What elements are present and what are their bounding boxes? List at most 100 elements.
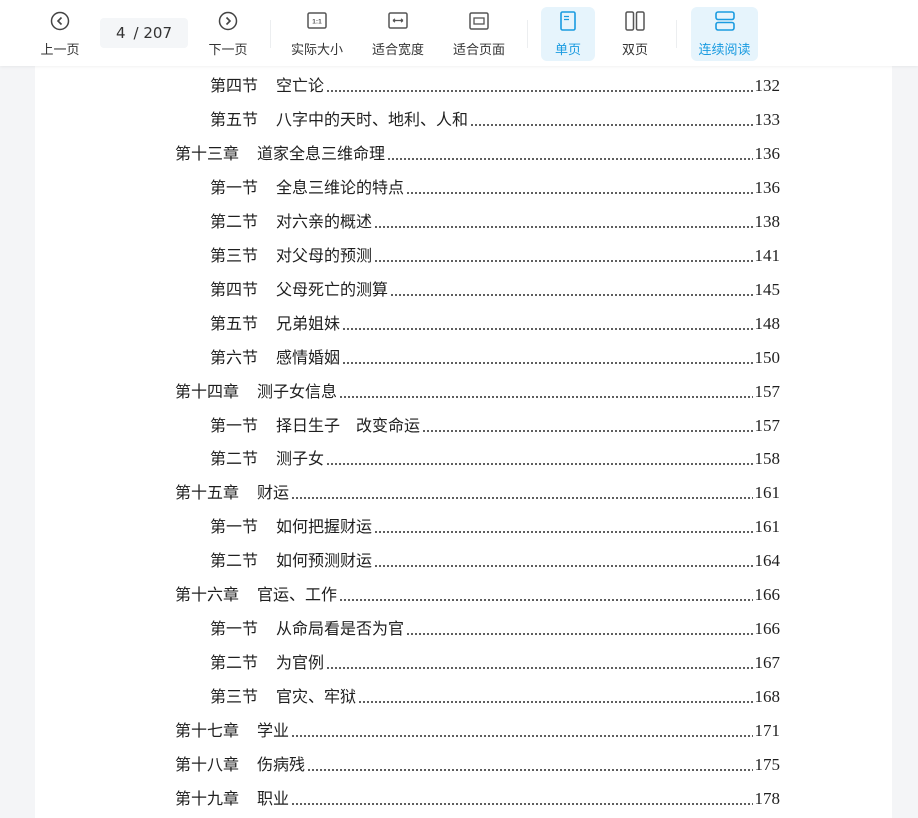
toc-section-entry[interactable]: 第四节 父母死亡的测算 145 bbox=[210, 274, 780, 300]
dot-leader bbox=[339, 395, 753, 398]
dot-leader bbox=[470, 123, 753, 126]
toc-entry-title: 官灾、牢狱 bbox=[276, 687, 357, 707]
toc-entry-title: 学业 bbox=[257, 721, 290, 741]
toc-entry-label: 第三节 bbox=[210, 687, 259, 707]
toc-section-entry[interactable]: 第二节 对六亲的概述 138 bbox=[210, 206, 780, 232]
toolbar-divider bbox=[676, 20, 677, 48]
toc-page-number: 157 bbox=[754, 415, 781, 435]
dot-leader bbox=[406, 633, 753, 636]
continuous-scroll-icon bbox=[714, 9, 735, 33]
dot-leader bbox=[339, 599, 753, 602]
toc-entry-label: 第一节 bbox=[210, 619, 259, 639]
dot-leader bbox=[374, 225, 753, 228]
chevron-right-circle-icon bbox=[218, 9, 238, 33]
toc-entry-label: 第二节 bbox=[210, 551, 259, 571]
toc-section-entry[interactable]: 第五节 兄弟姐妹 148 bbox=[210, 308, 780, 334]
toc-page-number: 178 bbox=[754, 788, 781, 808]
current-page[interactable]: 4 bbox=[116, 24, 126, 42]
toc-section-entry[interactable]: 第一节 从命局看是否为官 166 bbox=[210, 613, 780, 639]
toc-page-number: 136 bbox=[754, 177, 781, 197]
toc-entry-title: 道家全息三维命理 bbox=[257, 143, 386, 163]
single-page-label: 单页 bbox=[554, 43, 581, 58]
dot-leader bbox=[307, 769, 753, 771]
double-page-button[interactable]: 双页 bbox=[608, 7, 662, 61]
toc-section-entry[interactable]: 第一节 如何把握财运 161 bbox=[210, 511, 780, 537]
toc-entry-title: 测子女 bbox=[276, 449, 325, 469]
single-page-icon bbox=[560, 9, 576, 33]
toolbar-divider bbox=[270, 20, 271, 48]
toc-entry-title: 父母死亡的测算 bbox=[276, 279, 389, 299]
toc-chapter-entry[interactable]: 第十七章 学业 171 bbox=[175, 715, 780, 741]
fit-width-button[interactable]: 适合宽度 bbox=[367, 7, 429, 61]
dot-leader bbox=[291, 497, 753, 500]
toc-entry-label: 第一节 bbox=[210, 415, 259, 435]
toc-section-entry[interactable]: 第二节 如何预测财运 164 bbox=[210, 545, 780, 571]
toc-section-entry[interactable]: 第二节 为官例 167 bbox=[210, 647, 780, 673]
prev-page-label: 上一页 bbox=[40, 43, 80, 58]
page-number-input[interactable]: 4 / 207 bbox=[100, 18, 188, 48]
toc-page-number: 132 bbox=[754, 76, 781, 95]
toc-page-number: 166 bbox=[754, 585, 781, 605]
dot-leader bbox=[342, 327, 753, 330]
toc-page-number: 148 bbox=[754, 313, 781, 333]
continuous-reading-label: 连续阅读 bbox=[698, 43, 751, 58]
single-page-button[interactable]: 单页 bbox=[541, 7, 595, 61]
dot-leader bbox=[406, 191, 753, 194]
dot-leader bbox=[326, 90, 753, 92]
fit-width-label: 适合宽度 bbox=[371, 43, 424, 58]
toc-chapter-entry[interactable]: 第十五章 财运 161 bbox=[175, 477, 780, 503]
toc-entry-label: 第十九章 bbox=[175, 788, 240, 808]
toc-page-number: 150 bbox=[754, 347, 781, 367]
toc-section-entry[interactable]: 第二节 测子女 158 bbox=[210, 443, 780, 469]
toc-page-number: 157 bbox=[754, 381, 781, 401]
toc-section-entry[interactable]: 第五节 八字中的天时、地利、人和 133 bbox=[210, 104, 780, 130]
toc-chapter-entry[interactable]: 第十四章 测子女信息 157 bbox=[175, 376, 780, 402]
toc-entry-title: 财运 bbox=[257, 483, 290, 503]
toc-entry-label: 第十七章 bbox=[175, 721, 240, 741]
double-page-icon bbox=[625, 9, 645, 33]
toc-entry-title: 为官例 bbox=[276, 653, 325, 673]
toc-entry-title: 感情婚姻 bbox=[276, 347, 341, 367]
prev-page-button[interactable]: 上一页 bbox=[36, 7, 84, 61]
toc-section-entry[interactable]: 第一节 择日生子 改变命运 157 bbox=[210, 410, 780, 436]
toc-entry-label: 第五节 bbox=[210, 109, 259, 129]
toolbar-divider bbox=[527, 20, 528, 48]
svg-text:1:1: 1:1 bbox=[312, 19, 322, 26]
fit-width-icon bbox=[388, 9, 408, 33]
next-page-button[interactable]: 下一页 bbox=[204, 7, 252, 61]
toc-page-number: 164 bbox=[754, 551, 781, 571]
actual-size-button[interactable]: 1:1 实际大小 bbox=[286, 7, 348, 61]
toc-section-entry[interactable]: 第六节 感情婚姻 150 bbox=[210, 342, 780, 368]
toc-entry-label: 第四节 bbox=[210, 76, 259, 95]
toc-chapter-entry[interactable]: 第十九章 职业 178 bbox=[175, 783, 780, 809]
dot-leader bbox=[326, 667, 753, 670]
dot-leader bbox=[374, 531, 753, 534]
toc-entry-label: 第十四章 bbox=[175, 381, 240, 401]
next-page-label: 下一页 bbox=[208, 43, 248, 58]
toc-page-number: 161 bbox=[754, 517, 781, 537]
toc-entry-label: 第六节 bbox=[210, 347, 259, 367]
toc-chapter-entry[interactable]: 第十八章 伤病残 175 bbox=[175, 749, 780, 775]
toc-section-entry[interactable]: 第四节 空亡论 132 bbox=[210, 70, 780, 96]
toc-page-number: 136 bbox=[754, 143, 781, 163]
toc-section-entry[interactable]: 第一节 全息三维论的特点 136 bbox=[210, 172, 780, 198]
toc-entry-label: 第十五章 bbox=[175, 483, 240, 503]
dot-leader bbox=[358, 701, 753, 704]
toc-page-number: 175 bbox=[754, 755, 781, 774]
continuous-reading-button[interactable]: 连续阅读 bbox=[691, 7, 758, 61]
one-to-one-icon: 1:1 bbox=[307, 9, 327, 33]
fit-page-button[interactable]: 适合页面 bbox=[448, 7, 510, 61]
toc-page-number: 158 bbox=[754, 449, 781, 469]
toc-entry-title: 测子女信息 bbox=[257, 381, 338, 401]
toc-chapter-entry[interactable]: 第十六章 官运、工作 166 bbox=[175, 579, 780, 605]
toc-section-entry[interactable]: 第三节 对父母的预测 141 bbox=[210, 240, 780, 266]
toc-entry-title: 职业 bbox=[257, 788, 290, 808]
toc-entry-label: 第四节 bbox=[210, 279, 259, 299]
toc-entry-title: 从命局看是否为官 bbox=[276, 619, 405, 639]
toc-page-number: 167 bbox=[754, 653, 781, 673]
toc-entry-title: 对父母的预测 bbox=[276, 245, 373, 265]
dot-leader bbox=[326, 463, 753, 466]
toc-entry-title: 八字中的天时、地利、人和 bbox=[276, 109, 469, 129]
toc-chapter-entry[interactable]: 第十三章 道家全息三维命理 136 bbox=[175, 138, 780, 164]
toc-section-entry[interactable]: 第三节 官灾、牢狱 168 bbox=[210, 681, 780, 707]
